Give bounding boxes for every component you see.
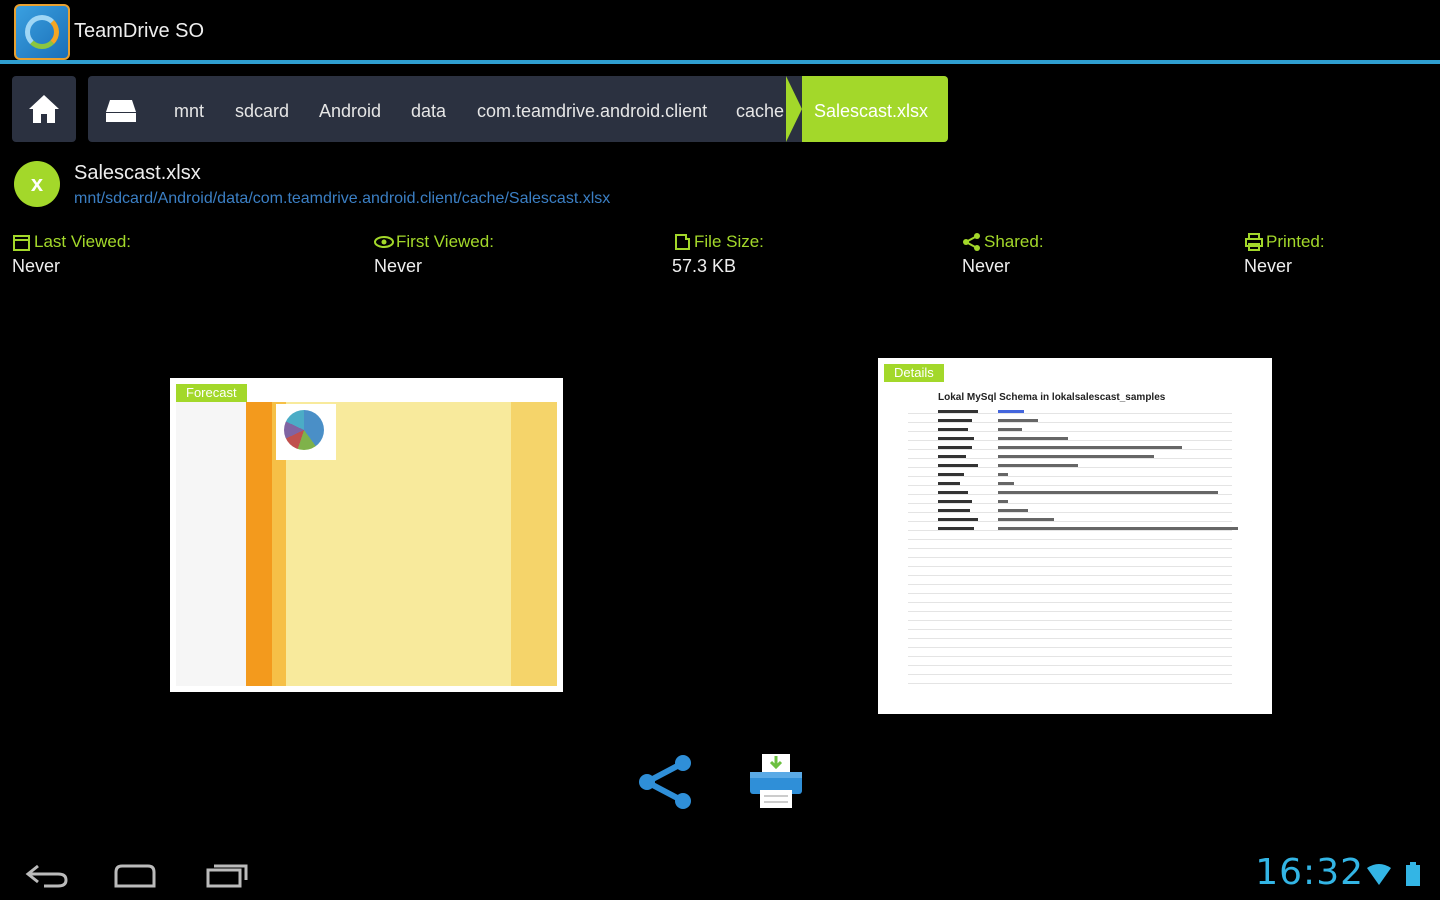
home-icon bbox=[29, 95, 59, 123]
battery-icon bbox=[1406, 862, 1420, 886]
app-title: TeamDrive SO bbox=[74, 20, 205, 42]
home-nav-icon[interactable] bbox=[112, 858, 158, 892]
sheet-tab-label: Details bbox=[884, 364, 944, 382]
breadcrumb: mnt sdcard Android data com.teamdrive.an… bbox=[88, 76, 948, 142]
sheet-title: Lokal MySql Schema in lokalsalescast_sam… bbox=[938, 392, 1166, 403]
stat-value: 57.3 KB bbox=[672, 256, 737, 276]
pie-chart-preview bbox=[276, 404, 336, 460]
sheet-rows bbox=[908, 408, 1232, 684]
printer-icon bbox=[1245, 233, 1263, 251]
print-button[interactable] bbox=[746, 752, 806, 812]
drive-icon[interactable] bbox=[104, 96, 138, 124]
breadcrumb-item[interactable]: mnt bbox=[174, 76, 204, 142]
calendar-icon bbox=[13, 235, 30, 251]
printer-icon bbox=[750, 754, 802, 808]
stat-file-size: File Size: 57.3 KB bbox=[672, 232, 764, 277]
share-icon bbox=[963, 233, 980, 251]
disk-icon bbox=[675, 234, 690, 250]
stat-last-viewed: Last Viewed: Never bbox=[12, 232, 131, 277]
action-bar-divider bbox=[0, 60, 1440, 64]
stat-label: First Viewed: bbox=[396, 232, 494, 251]
status-clock: 16:32 bbox=[1255, 852, 1364, 893]
sheet-thumbnail-details[interactable]: Details Lokal MySql Schema in lokalsales… bbox=[878, 358, 1272, 714]
share-button[interactable] bbox=[636, 752, 696, 812]
home-button[interactable] bbox=[12, 76, 76, 142]
breadcrumb-item[interactable]: sdcard bbox=[235, 76, 289, 142]
breadcrumb-item[interactable]: data bbox=[411, 76, 446, 142]
stat-value: Never bbox=[12, 256, 61, 276]
back-icon[interactable] bbox=[24, 858, 70, 892]
teamdrive-logo-icon[interactable] bbox=[14, 4, 70, 60]
share-icon bbox=[639, 755, 691, 809]
stat-label: File Size: bbox=[694, 232, 764, 251]
file-path[interactable]: mnt/sdcard/Android/data/com.teamdrive.an… bbox=[74, 190, 610, 208]
stat-label: Printed: bbox=[1266, 232, 1325, 251]
sheet-tab-label: Forecast bbox=[176, 384, 247, 402]
file-name: Salescast.xlsx bbox=[74, 162, 201, 184]
breadcrumb-item[interactable]: cache bbox=[736, 76, 784, 142]
stat-label: Shared: bbox=[984, 232, 1044, 251]
sheet-thumbnail-forecast[interactable]: Forecast bbox=[170, 378, 563, 692]
wifi-icon bbox=[1367, 864, 1391, 885]
breadcrumb-active[interactable]: Salescast.xlsx bbox=[786, 76, 948, 142]
recent-apps-icon[interactable] bbox=[204, 858, 250, 892]
eye-icon bbox=[374, 236, 394, 248]
stat-shared: Shared: Never bbox=[962, 232, 1044, 277]
stat-value: Never bbox=[374, 256, 423, 276]
sheet-grid bbox=[176, 402, 557, 686]
action-bar: TeamDrive SO bbox=[0, 0, 1440, 62]
breadcrumb-item[interactable]: Android bbox=[319, 76, 381, 142]
stat-label: Last Viewed: bbox=[34, 232, 132, 251]
breadcrumb-item[interactable]: com.teamdrive.android.client bbox=[477, 76, 707, 142]
stat-printed: Printed: Never bbox=[1244, 232, 1325, 277]
stat-first-viewed: First Viewed: Never bbox=[374, 232, 494, 277]
stat-value: Never bbox=[1244, 256, 1293, 276]
xlsx-file-icon: x bbox=[14, 161, 60, 207]
stat-value: Never bbox=[962, 256, 1011, 276]
